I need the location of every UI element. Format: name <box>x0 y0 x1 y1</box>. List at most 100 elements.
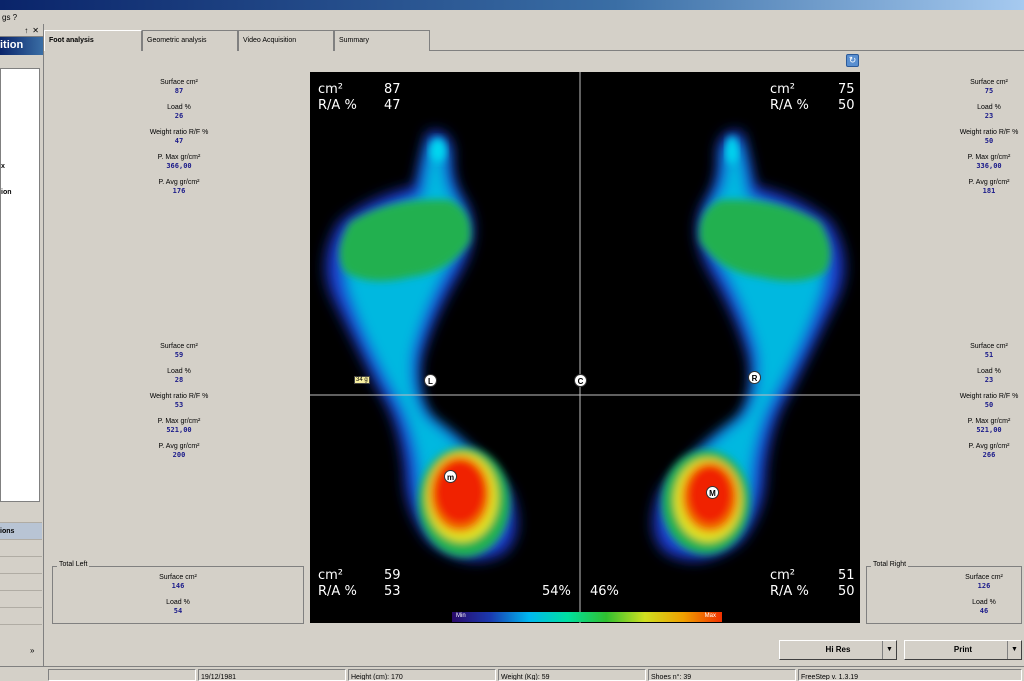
pavg-label: P. Avg gr/cm² <box>158 179 200 186</box>
pavg-value: 176 <box>172 187 186 195</box>
total-right-group: Total Right Surface cm² 126 Load % 46 <box>866 561 1022 624</box>
weight-ratio-label: Weight ratio R/F % <box>959 393 1019 400</box>
surface-value: 87 <box>174 87 184 95</box>
pavg-value: 181 <box>982 187 996 195</box>
right-rearfoot-stats: Surface cm² 51 Load % 23 Weight ratio R/… <box>934 342 1024 467</box>
ra-label: R/A % <box>318 584 357 599</box>
load-value: 23 <box>984 376 994 384</box>
pmax-value: 521,00 <box>166 426 192 434</box>
pavg-value: 200 <box>172 451 186 459</box>
tab-summary[interactable]: Summary <box>334 30 430 51</box>
surface-label: Surface cm² <box>970 343 1008 350</box>
total-left-load-value: 54 <box>173 607 183 615</box>
total-left-surface-value: 146 <box>171 582 185 590</box>
list-item[interactable]: ions <box>0 523 42 540</box>
total-left-load-label: Load % <box>166 599 190 606</box>
left-max-pressure-marker[interactable]: m <box>444 470 457 483</box>
pmax-label: P. Max gr/cm² <box>967 154 1011 161</box>
left-forefoot-stats: Surface cm² 87 Load % 26 Weight ratio R/… <box>124 78 234 203</box>
ra-value: 50 <box>838 584 855 599</box>
quadrant-top-right: cm² 75 R/A % 50 <box>770 82 855 114</box>
refresh-icon[interactable]: ↻ <box>846 54 859 67</box>
dock-lower-list: ions <box>0 506 42 666</box>
close-icon[interactable]: ✕ <box>32 26 39 35</box>
weight-ratio-value: 50 <box>984 401 994 409</box>
cm2-label: cm² <box>318 82 344 97</box>
surface-label: Surface cm² <box>160 343 198 350</box>
total-right-surface-value: 126 <box>977 582 991 590</box>
tab-geometric-analysis[interactable]: Geometric analysis <box>142 30 238 51</box>
surface-value: 59 <box>174 351 184 359</box>
load-label: Load % <box>167 104 191 111</box>
load-value: 26 <box>174 112 184 120</box>
total-right-load-value: 46 <box>979 607 989 615</box>
right-max-pressure-marker[interactable]: M <box>706 486 719 499</box>
hi-res-button[interactable]: Hi Res ▼ <box>779 640 897 660</box>
collapse-icon[interactable]: » <box>30 646 34 655</box>
total-right-surface-label: Surface cm² <box>965 574 1003 581</box>
tab-bar: Foot analysis Geometric analysis Video A… <box>44 30 430 51</box>
total-left-group: Total Left Surface cm² 146 Load % 54 <box>52 561 304 624</box>
pavg-label: P. Avg gr/cm² <box>968 443 1010 450</box>
status-height: Height (cm): 170 <box>348 669 496 681</box>
tree-fragment[interactable]: x <box>1 163 5 170</box>
list-item[interactable] <box>0 608 42 625</box>
pressure-heatmap <box>310 72 860 623</box>
surface-value: 75 <box>984 87 994 95</box>
left-foot-print <box>326 131 517 560</box>
ra-label: R/A % <box>770 584 809 599</box>
status-weight: Weight (Kg): 59 <box>498 669 646 681</box>
load-percent-left: 54% <box>542 584 571 599</box>
ra-label: R/A % <box>318 98 357 113</box>
weight-ratio-label: Weight ratio R/F % <box>959 129 1019 136</box>
surface-label: Surface cm² <box>160 79 198 86</box>
load-label: Load % <box>977 104 1001 111</box>
pmax-label: P. Max gr/cm² <box>157 154 201 161</box>
ra-label: R/A % <box>770 98 809 113</box>
hi-res-label: Hi Res <box>825 645 851 654</box>
list-item[interactable] <box>0 574 42 591</box>
pressure-color-scale: Min Max <box>452 612 722 622</box>
tab-divider <box>430 50 1024 51</box>
status-date: 19/12/1981 <box>198 669 346 681</box>
center-of-pressure-marker[interactable]: C <box>574 374 587 387</box>
menu-bar[interactable]: gs ? <box>0 10 1024 24</box>
total-left-surface-label: Surface cm² <box>159 574 197 581</box>
cm2-value: 87 <box>384 82 401 97</box>
status-shoes: Shoes n°: 39 <box>648 669 796 681</box>
total-left-legend: Total Left <box>57 561 90 568</box>
hi-res-dropdown-icon[interactable]: ▼ <box>882 641 896 659</box>
print-button[interactable]: Print ▼ <box>904 640 1022 660</box>
scale-min-label: Min <box>456 613 466 619</box>
list-item[interactable] <box>0 506 42 523</box>
quadrant-bottom-left: cm² 59 R/A % 53 <box>318 568 401 600</box>
ra-value: 47 <box>384 98 401 113</box>
tab-foot-analysis[interactable]: Foot analysis <box>44 30 142 51</box>
tree-fragment[interactable]: ion <box>1 189 12 196</box>
scale-max-label: Max <box>704 613 716 619</box>
right-foot-center-marker[interactable]: R <box>748 371 761 384</box>
left-dock-panel: ↑ ✕ ition x ion ions » <box>0 24 44 666</box>
weight-ratio-value: 50 <box>984 137 994 145</box>
load-value: 23 <box>984 112 994 120</box>
pin-icon[interactable]: ↑ <box>24 26 28 35</box>
patient-tree[interactable]: x ion <box>0 68 40 502</box>
pmax-label: P. Max gr/cm² <box>967 418 1011 425</box>
left-rearfoot-stats: Surface cm² 59 Load % 28 Weight ratio R/… <box>124 342 234 467</box>
list-item[interactable] <box>0 591 42 608</box>
list-item[interactable] <box>0 557 42 574</box>
left-foot-center-marker[interactable]: L <box>424 374 437 387</box>
list-item[interactable] <box>0 540 42 557</box>
pressure-map-canvas[interactable]: cm² 87 R/A % 47 cm² 75 R/A % 50 cm² 59 R/A % 5… <box>310 72 860 623</box>
print-dropdown-icon[interactable]: ▼ <box>1007 641 1021 659</box>
pmax-label: P. Max gr/cm² <box>157 418 201 425</box>
dock-panel-header: ↑ ✕ <box>0 24 43 37</box>
pavg-value: 266 <box>982 451 996 459</box>
print-label: Print <box>953 645 973 654</box>
dock-panel-title: ition <box>0 37 43 55</box>
pmax-value: 366,00 <box>166 162 192 170</box>
load-label: Load % <box>167 368 191 375</box>
tab-video-acquisition[interactable]: Video Acquisition <box>238 30 334 51</box>
surface-label: Surface cm² <box>970 79 1008 86</box>
cm2-value: 51 <box>838 568 855 583</box>
